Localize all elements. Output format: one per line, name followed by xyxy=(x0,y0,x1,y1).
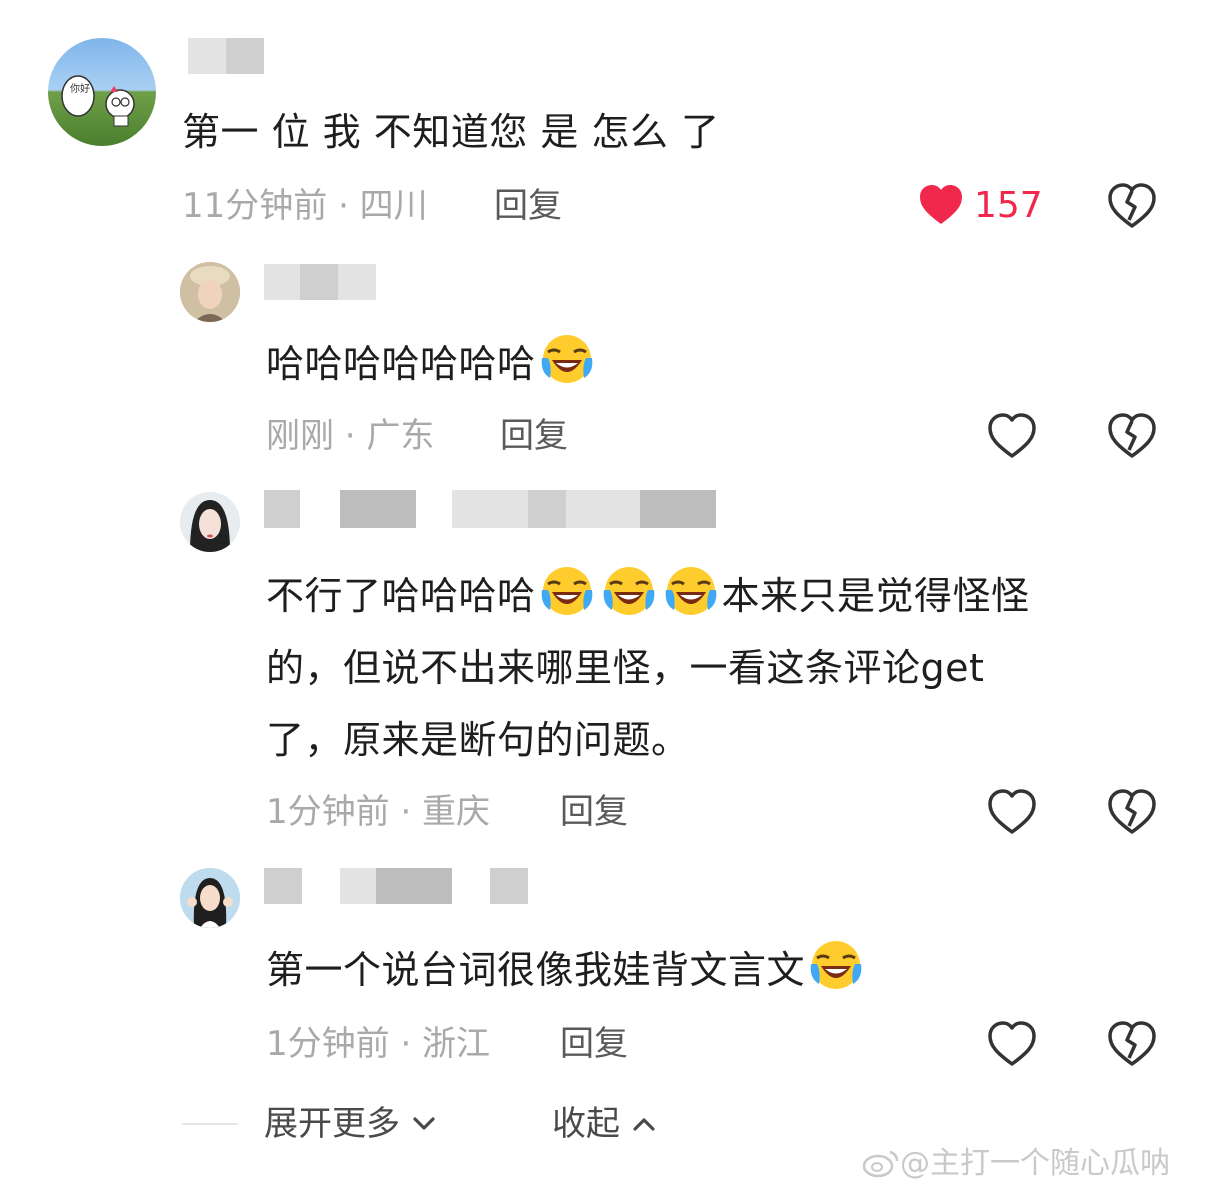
comment-text: 第一 位 我 不知道您 是 怎么 了 xyxy=(182,110,720,154)
comment-text-content: 第一个说台词很像我娃背文言文 xyxy=(266,948,806,992)
comment-text-line: 的，但说不出来哪里怪，一看这条评论get xyxy=(266,646,985,690)
heart-filled-icon xyxy=(920,185,962,224)
laugh-cry-emoji-icon xyxy=(810,941,862,989)
svg-text:你好: 你好 xyxy=(70,82,90,95)
dislike-button[interactable] xyxy=(1106,1018,1158,1070)
avatar[interactable]: 你好 xyxy=(48,38,156,146)
username-redacted xyxy=(340,490,416,528)
laugh-cry-emoji-icon xyxy=(541,567,592,615)
avatar-photo xyxy=(180,262,240,322)
laugh-cry-emoji-icon xyxy=(541,335,592,383)
laugh-cry-emoji-icon xyxy=(665,567,716,615)
heart-outline-icon xyxy=(988,1021,1036,1066)
heart-outline-icon xyxy=(988,413,1036,458)
avatar[interactable] xyxy=(180,262,240,322)
like-button[interactable] xyxy=(986,410,1038,462)
comment-text-content: 本来只是觉得怪怪 xyxy=(721,574,1030,618)
broken-heart-icon xyxy=(1108,183,1156,228)
collapse-label: 收起 xyxy=(552,1104,620,1144)
avatar-photo xyxy=(180,492,240,552)
comment-text-line: 了，原来是断句的问题。 xyxy=(266,718,690,762)
laugh-cry-emoji-icon xyxy=(603,567,654,615)
reply-button[interactable]: 回复 xyxy=(500,414,568,458)
watermark-text: @主打一个随心瓜呐 xyxy=(900,1146,1170,1181)
avatar-illustration: 你好 xyxy=(61,75,135,127)
like-button[interactable] xyxy=(986,1018,1038,1070)
username-redacted xyxy=(490,868,528,904)
comment-text-content: 哈哈哈哈哈哈哈 xyxy=(266,342,536,386)
heart-outline-icon xyxy=(988,789,1036,834)
dislike-button[interactable] xyxy=(1106,180,1158,232)
username-redacted xyxy=(264,868,302,904)
comment-text: 第一个说台词很像我娃背文言文 xyxy=(266,934,867,1006)
comment-text-content: 不行了哈哈哈哈 xyxy=(266,574,536,618)
comment-text: 不行了哈哈哈哈 本来只是觉得怪怪 的，但说不出来哪里怪，一看这条评论get 了，… xyxy=(266,560,1146,776)
avatar[interactable] xyxy=(180,492,240,552)
username-redacted-part xyxy=(226,38,264,74)
username-redacted xyxy=(264,490,300,528)
comment-text-line: 不行了哈哈哈哈 本来只是觉得怪怪 xyxy=(266,560,1146,632)
like-count: 157 xyxy=(974,185,1043,226)
reply-button[interactable]: 回复 xyxy=(494,184,562,228)
comment-time-location: 1分钟前 · 重庆 xyxy=(266,792,491,832)
like-button[interactable] xyxy=(986,786,1038,838)
dislike-button[interactable] xyxy=(1106,410,1158,462)
comment-time-location: 11分钟前 · 四川 xyxy=(182,186,428,226)
reply-button[interactable]: 回复 xyxy=(560,790,628,834)
comment-time-location: 刚刚 · 广东 xyxy=(266,416,435,456)
broken-heart-icon xyxy=(1108,413,1156,458)
avatar-photo xyxy=(180,868,240,928)
comment-text: 哈哈哈哈哈哈哈 xyxy=(266,328,598,400)
username-redacted-part xyxy=(300,264,338,300)
username-redacted-part xyxy=(376,868,452,904)
chevron-up-icon xyxy=(633,1118,655,1131)
chevron-down-icon xyxy=(413,1117,435,1130)
reply-button[interactable]: 回复 xyxy=(560,1022,628,1066)
like-button[interactable] xyxy=(916,180,968,232)
avatar[interactable] xyxy=(180,868,240,928)
dislike-button[interactable] xyxy=(1106,786,1158,838)
watermark: @主打一个随心瓜呐 xyxy=(862,1144,1170,1184)
expand-more-button[interactable]: 展开更多 xyxy=(264,1102,437,1146)
comment-time-location: 1分钟前 · 浙江 xyxy=(266,1024,491,1064)
weibo-logo-icon xyxy=(862,1150,899,1178)
broken-heart-icon xyxy=(1108,789,1156,834)
broken-heart-icon xyxy=(1108,1021,1156,1066)
footer-divider xyxy=(182,1123,238,1125)
collapse-button[interactable]: 收起 xyxy=(552,1102,657,1146)
expand-more-label: 展开更多 xyxy=(264,1104,400,1144)
reply-target-redacted-part xyxy=(528,490,566,528)
reply-target-redacted-part xyxy=(640,490,716,528)
